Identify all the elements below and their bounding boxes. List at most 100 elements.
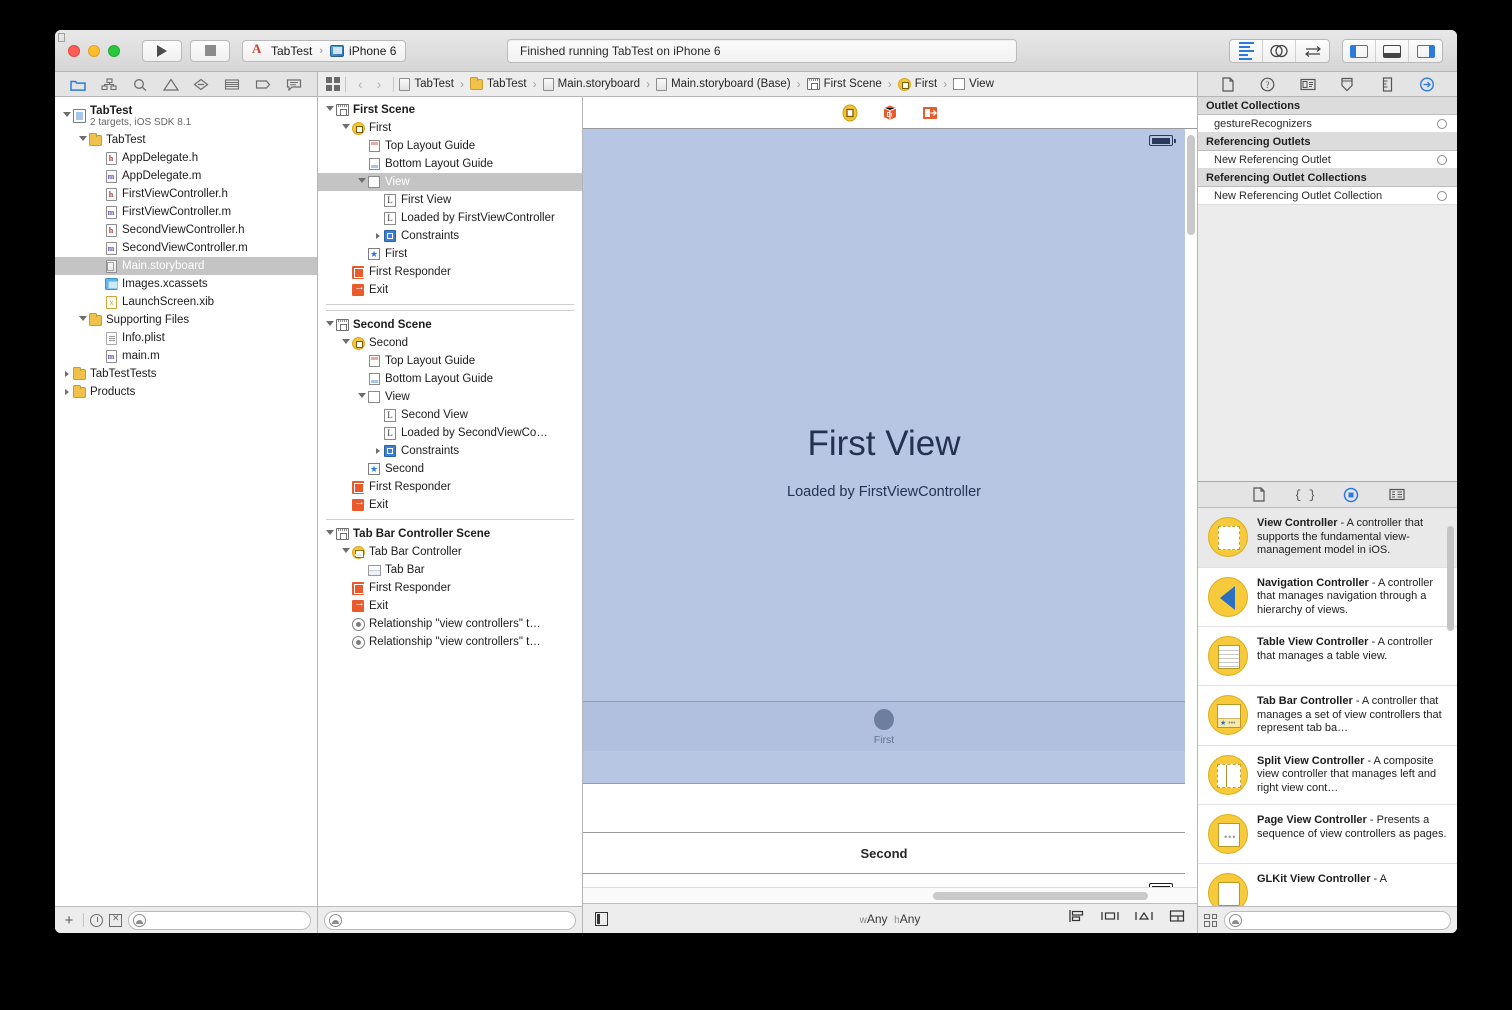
media-library-tab[interactable]: [1388, 487, 1406, 503]
outline-row[interactable]: L Loaded by SecondViewCo…: [318, 424, 582, 442]
disclosure-triangle[interactable]: [340, 339, 351, 347]
file-template-library-tab[interactable]: [1250, 487, 1268, 503]
library-item[interactable]: ★ ••• Tab Bar Controller - A controller th…: [1198, 686, 1457, 746]
navigator-row[interactable]: m SecondViewController.m: [55, 239, 317, 257]
navigator-row[interactable]: TabTestTests: [55, 365, 317, 383]
inspector-connection-row[interactable]: gestureRecognizers: [1198, 115, 1457, 133]
run-button[interactable]: [142, 39, 182, 62]
object-library[interactable]: View Controller - A controller that supp…: [1198, 508, 1457, 906]
project-navigator-tab[interactable]: [69, 76, 87, 92]
outline-row[interactable]: First: [318, 119, 582, 137]
document-outline-tree[interactable]: First Scene First Top Layout Guide Bottom L…: [318, 97, 582, 906]
breadcrumb-item-scene[interactable]: First Scene: [806, 78, 882, 90]
connection-well[interactable]: [1437, 190, 1447, 201]
outline-row[interactable]: Second: [318, 334, 582, 352]
library-item[interactable]: Table View Controller - A controller tha…: [1198, 627, 1457, 686]
disclosure-triangle[interactable]: [324, 530, 335, 538]
standard-editor-button[interactable]: [1230, 40, 1263, 62]
storyboard-canvas[interactable]: First View Loaded by FirstViewController…: [583, 97, 1197, 903]
outline-row[interactable]: Bottom Layout Guide: [318, 155, 582, 173]
issue-navigator-tab[interactable]: [162, 76, 180, 92]
outline-row[interactable]: L Loaded by FirstViewController: [318, 209, 582, 227]
outline-row[interactable]: View: [318, 173, 582, 191]
breakpoint-navigator-tab[interactable]: [254, 76, 272, 92]
disclosure-triangle[interactable]: [340, 548, 351, 556]
object-library-tab[interactable]: [1342, 487, 1360, 503]
breadcrumb-item-storyboard-base[interactable]: Main.storyboard (Base): [656, 77, 791, 91]
library-item[interactable]: Split View Controller - A composite view…: [1198, 746, 1457, 805]
size-inspector-tab[interactable]: [1378, 76, 1396, 92]
find-navigator-tab[interactable]: [131, 76, 149, 92]
attributes-inspector-tab[interactable]: [1338, 76, 1356, 92]
outline-row[interactable]: Exit: [318, 496, 582, 514]
align-button[interactable]: [1069, 909, 1085, 928]
recent-files-icon[interactable]: [90, 913, 103, 927]
outline-row[interactable]: Tab Bar Controller Scene: [318, 525, 582, 543]
assistant-editor-button[interactable]: [1263, 40, 1296, 62]
test-navigator-tab[interactable]: [192, 76, 210, 92]
inspector-connection-row[interactable]: New Referencing Outlet Collection: [1198, 187, 1457, 205]
view-controller-icon[interactable]: [841, 104, 859, 122]
outline-row[interactable]: Bottom Layout Guide: [318, 370, 582, 388]
disclosure-triangle[interactable]: [77, 316, 88, 324]
breadcrumb-item-view-controller[interactable]: First: [897, 77, 937, 91]
outline-filter-input[interactable]: [324, 910, 576, 930]
first-view-controller-scene[interactable]: First View Loaded by FirstViewController…: [583, 129, 1185, 784]
zoom-button[interactable]: [108, 44, 120, 57]
code-snippet-library-tab[interactable]: { }: [1296, 487, 1314, 503]
outline-row[interactable]: Tab Bar: [318, 561, 582, 579]
outline-row[interactable]: Relationship "view controllers" t…: [318, 615, 582, 633]
navigator-row[interactable]: m main.m: [55, 347, 317, 365]
disclosure-triangle[interactable]: [340, 124, 351, 132]
navigator-row[interactable]: LaunchScreen.xib: [55, 293, 317, 311]
disclosure-triangle[interactable]: [61, 112, 72, 120]
disclosure-triangle[interactable]: [61, 389, 72, 395]
navigator-row[interactable]: m FirstViewController.m: [55, 203, 317, 221]
tab-bar[interactable]: First: [583, 701, 1185, 751]
library-item[interactable]: GLKit View Controller - A: [1198, 864, 1457, 906]
resolve-auto-layout-button[interactable]: [1135, 909, 1153, 928]
outline-row[interactable]: First Responder: [318, 478, 582, 496]
canvas-vertical-scrollbar[interactable]: [1187, 135, 1195, 235]
exit-icon[interactable]: [921, 104, 939, 122]
debug-navigator-tab[interactable]: [223, 76, 241, 92]
outline-row[interactable]: L First View: [318, 191, 582, 209]
navigator-row[interactable]: h SecondViewController.h: [55, 221, 317, 239]
first-responder-icon[interactable]: [881, 104, 899, 122]
project-root-row[interactable]: TabTest 2 targets, iOS SDK 8.1: [55, 101, 317, 131]
outline-row[interactable]: Constraints: [318, 227, 582, 245]
close-button[interactable]: [68, 44, 80, 57]
connection-well[interactable]: [1437, 154, 1447, 165]
disclosure-triangle[interactable]: [356, 393, 367, 401]
library-item[interactable]: ••• Page View Controller - Presents a seq…: [1198, 805, 1457, 864]
outline-row[interactable]: L Second View: [318, 406, 582, 424]
navigator-row[interactable]: Supporting Files: [55, 311, 317, 329]
outline-row[interactable]: Second Scene: [318, 316, 582, 334]
navigator-filter-input[interactable]: [128, 910, 311, 930]
related-items-icon[interactable]: [326, 77, 340, 91]
file-inspector-tab[interactable]: [1219, 76, 1237, 92]
outline-row[interactable]: ★ Second: [318, 460, 582, 478]
navigator-row[interactable]: h FirstViewController.h: [55, 185, 317, 203]
resizing-behavior-button[interactable]: [1169, 909, 1185, 928]
pin-button[interactable]: [1101, 909, 1119, 928]
connections-inspector-tab[interactable]: [1418, 76, 1436, 92]
breadcrumb-item-storyboard[interactable]: Main.storyboard: [542, 77, 640, 91]
breadcrumb-item-project[interactable]: TabTest: [399, 77, 454, 91]
library-filter-input[interactable]: [1224, 910, 1451, 930]
quick-help-inspector-tab[interactable]: ?: [1259, 76, 1277, 92]
library-scrollbar[interactable]: [1447, 526, 1454, 631]
outline-row[interactable]: Top Layout Guide: [318, 137, 582, 155]
version-editor-button[interactable]: [1296, 40, 1329, 62]
disclosure-triangle[interactable]: [324, 321, 335, 329]
navigator-row[interactable]: h AppDelegate.h: [55, 149, 317, 167]
report-navigator-tab[interactable]: [285, 76, 303, 92]
navigator-row[interactable]: Main.storyboard: [55, 257, 317, 275]
navigator-row[interactable]: Info.plist: [55, 329, 317, 347]
navigator-row[interactable]: Images.xcassets: [55, 275, 317, 293]
add-button[interactable]: +: [61, 912, 77, 929]
disclosure-triangle[interactable]: [61, 371, 72, 377]
forward-button[interactable]: ›: [370, 76, 389, 92]
disclosure-triangle[interactable]: [77, 136, 88, 144]
navigator-row[interactable]: m AppDelegate.m: [55, 167, 317, 185]
